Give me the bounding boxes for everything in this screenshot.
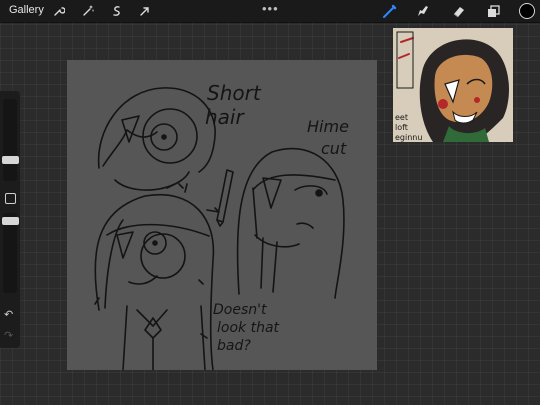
reference-drawing: eet loft eginnu [393,28,513,142]
opacity-slider[interactable] [3,213,17,293]
transform-arrow-icon[interactable] [137,3,153,19]
modify-button[interactable] [5,193,16,204]
magic-wand-icon[interactable] [80,3,96,19]
annotation-doesnt-line1: Doesn't [213,302,267,318]
gallery-button[interactable]: Gallery [9,4,44,16]
left-sidebar: ↶ ↷ [0,91,20,348]
reference-text-3: eginnu [395,133,422,142]
selection-icon[interactable] [109,3,125,19]
annotation-short-line2: hair [205,105,245,129]
annotation-hime-line1: Hime [307,117,349,136]
reference-text-1: eet [395,113,408,122]
reference-text-2: loft [395,123,408,132]
top-toolbar: Gallery ••• [0,0,540,23]
sketch-drawing: Short hair Hime cut Doesn't look that ba… [94,81,349,370]
reference-image[interactable]: eet loft eginnu [393,28,513,142]
more-options-icon[interactable]: ••• [262,1,279,16]
brush-icon[interactable] [380,2,398,20]
drawing-canvas[interactable]: Short hair Hime cut Doesn't look that ba… [67,60,377,370]
annotation-doesnt-line3: bad? [217,338,251,354]
redo-icon[interactable]: ↷ [4,329,13,342]
eraser-icon[interactable] [449,2,467,20]
smudge-icon[interactable] [413,2,431,20]
annotation-hime-line2: cut [321,139,347,158]
annotation-short-line1: Short [207,81,262,105]
brush-size-handle[interactable] [2,156,19,164]
color-picker-swatch[interactable] [519,3,535,19]
opacity-handle[interactable] [2,217,19,225]
layers-icon[interactable] [484,2,502,20]
wrench-icon[interactable] [51,3,67,19]
annotation-doesnt-line2: look that [217,320,280,336]
brush-size-slider[interactable] [3,99,17,181]
undo-icon[interactable]: ↶ [4,308,13,321]
